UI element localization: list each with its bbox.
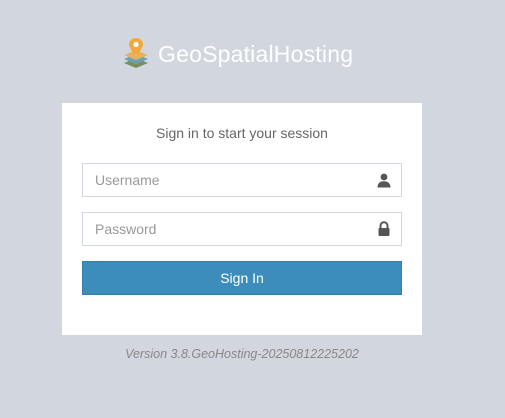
lock-icon [378, 221, 390, 236]
brand-name: GeoSpatialHosting [158, 40, 354, 67]
login-box-message: Sign in to start your session [156, 125, 328, 141]
map-layers-pin-icon [124, 38, 148, 68]
user-icon [377, 173, 391, 188]
username-field [82, 163, 402, 197]
login-box: Sign in to start your session Sign In [62, 103, 422, 335]
password-field [82, 212, 402, 246]
password-input[interactable] [83, 213, 363, 245]
username-input[interactable] [83, 164, 363, 196]
brand-logo: GeoSpatialHosting [122, 36, 353, 72]
sign-in-button[interactable]: Sign In [82, 261, 402, 295]
version-text: Version 3.8.GeoHosting-20250812225202 [125, 347, 359, 361]
